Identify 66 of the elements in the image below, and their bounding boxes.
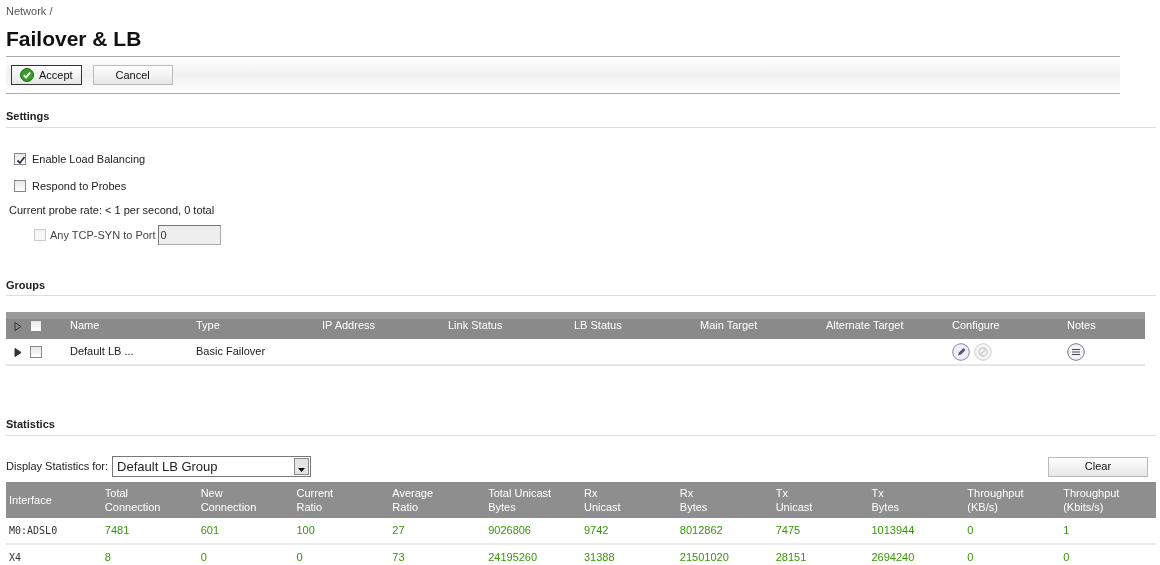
column-header: Throughput (Kbits/s) — [1063, 485, 1120, 514]
table-cell-text: 27 — [392, 522, 405, 538]
table-cell-text: 21501020 — [679, 549, 729, 565]
table-cell-text: Default LB ... — [70, 344, 134, 360]
column-header: Average Ratio — [392, 485, 434, 514]
section-heading: Groups — [6, 277, 46, 293]
checkbox[interactable] — [14, 153, 26, 165]
column-header: Alternate Target — [826, 318, 904, 334]
table-cell-text: 1 — [1063, 522, 1070, 538]
column-header: Rx Bytes — [679, 485, 708, 514]
table-cell-text: 28151 — [775, 549, 807, 565]
checkbox-label: Respond to Probes — [32, 178, 127, 194]
table-cell-text: 0 — [1063, 549, 1070, 565]
table-cell-text: 7481 — [104, 522, 130, 538]
clear-button[interactable]: Clear — [1048, 456, 1148, 477]
column-header: Tx Unicast — [775, 485, 813, 514]
table-cell-text: 0 — [200, 549, 207, 565]
column-header: Type — [196, 318, 220, 334]
table-cell-text: 31388 — [584, 549, 615, 565]
breadcrumb[interactable]: Network / — [6, 3, 53, 20]
table-cell-text: 7475 — [775, 522, 801, 538]
column-header: Configure — [952, 318, 1000, 334]
column-header: Link Status — [448, 318, 503, 334]
table-cell-text: 73 — [392, 549, 405, 565]
table-cell-text: 8012862 — [679, 522, 723, 538]
column-header: IP Address — [322, 318, 375, 334]
checkbox-label: Any TCP-SYN to Port — [50, 227, 156, 243]
page-title: Failover & LB — [6, 25, 142, 52]
cancel-button[interactable]: Cancel — [92, 65, 173, 85]
table-cell-text: 1013944 — [871, 522, 915, 538]
interface-name: X4 — [9, 550, 22, 565]
table-cell-text: 0 — [967, 522, 974, 538]
column-header: LB Status — [574, 318, 622, 334]
checkbox[interactable] — [14, 180, 26, 192]
statistics-select[interactable]: Default LB Group — [112, 456, 312, 477]
column-header: Total Connection — [104, 485, 161, 514]
section-heading: Statistics — [6, 417, 55, 432]
column-header: Name — [70, 318, 100, 334]
table-cell-text: 9742 — [584, 522, 609, 538]
table-cell-text: 8 — [104, 549, 111, 565]
column-header: Notes — [1067, 318, 1096, 334]
table-cell-text: 601 — [200, 522, 219, 538]
column-header: Rx Unicast — [584, 485, 621, 514]
section-heading: Settings — [6, 109, 50, 124]
column-header: New Connection — [200, 485, 257, 514]
column-header: Total Unicast Bytes — [488, 485, 552, 514]
table-cell-text: 9026806 — [488, 522, 531, 538]
column-header: Interface — [9, 492, 52, 507]
interface-name: M0:ADSL0 — [9, 523, 58, 538]
column-header: Current Ratio — [296, 485, 334, 514]
table-cell-text: 0 — [296, 549, 303, 565]
checkbox[interactable] — [30, 319, 42, 332]
probe-rate-text: Current probe rate: < 1 per second, 0 total — [9, 203, 215, 219]
table-cell-text: Basic Failover — [196, 344, 266, 360]
column-header: Tx Bytes — [871, 485, 899, 514]
filter-label: Display Statistics for: — [6, 459, 109, 475]
column-header: Throughput (KB/s) — [967, 485, 1024, 514]
table-cell-text: 2694240 — [871, 549, 915, 565]
check-icon — [20, 68, 34, 82]
table-cell-text: 24195260 — [488, 549, 538, 565]
column-header: Main Target — [700, 318, 758, 334]
checkbox-label: Enable Load Balancing — [32, 151, 146, 167]
table-cell-text: 100 — [296, 522, 315, 538]
accept-button[interactable]: Accept — [11, 65, 82, 85]
table-cell-text: 0 — [967, 549, 974, 565]
checkbox[interactable] — [30, 345, 42, 358]
